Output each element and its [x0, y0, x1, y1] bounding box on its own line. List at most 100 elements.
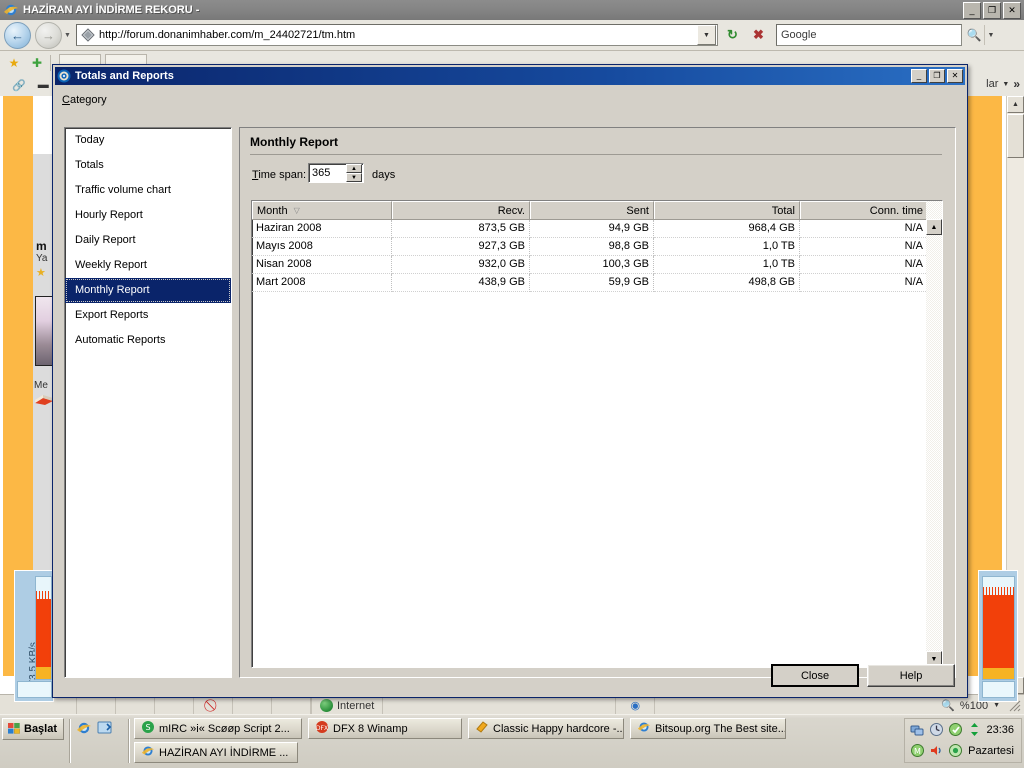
- column-header-conn-time[interactable]: Conn. time: [800, 201, 928, 219]
- dialog-titlebar[interactable]: Totals and Reports _ ❐ ✕: [55, 67, 965, 85]
- sidebar-item-hourly-report[interactable]: Hourly Report: [65, 203, 231, 228]
- bandwidth-graph-left: [35, 576, 52, 680]
- dialog-minimize-button[interactable]: _: [911, 69, 927, 83]
- task-button-winamp[interactable]: Classic Happy hardcore -...: [468, 718, 624, 739]
- sidebar-item-monthly-report[interactable]: Monthly Report: [65, 278, 231, 303]
- command-icon-a[interactable]: 🔗: [12, 79, 26, 92]
- search-input[interactable]: Google: [776, 24, 962, 46]
- command-icon-b[interactable]: ▬: [38, 79, 49, 91]
- sidebar-item-export-reports[interactable]: Export Reports: [65, 303, 231, 328]
- page-title: Monthly Report: [250, 135, 338, 149]
- scroll-up-icon[interactable]: ▲: [926, 219, 942, 235]
- task-button-dfx[interactable]: DFX DFX 8 Winamp: [308, 718, 462, 739]
- cell-recv: 927,3 GB: [392, 238, 530, 256]
- dfx-icon: DFX: [315, 720, 329, 737]
- dialog-window-buttons: _ ❐ ✕: [911, 69, 963, 83]
- cell-month: Nisan 2008: [252, 256, 392, 274]
- internet-explorer-icon: [141, 744, 155, 761]
- dialog-close-button[interactable]: ✕: [947, 69, 963, 83]
- star-icon: ★: [36, 267, 46, 279]
- cell-recv: 873,5 GB: [392, 220, 530, 238]
- category-listbox[interactable]: Today Totals Traffic volume chart Hourly…: [64, 127, 232, 678]
- monthly-report-table[interactable]: Month ▽ Recv. Sent Total Conn. time Hazi…: [251, 200, 943, 668]
- stop-icon[interactable]: ✖: [747, 24, 770, 47]
- dialog-body: Category Today Totals Traffic volume cha…: [53, 85, 967, 699]
- task-button-label: mIRC »i« Scøøp Script 2...: [159, 722, 290, 735]
- chevrons-right-icon[interactable]: »: [1013, 77, 1020, 91]
- chevron-up-icon[interactable]: ▲: [1007, 96, 1024, 113]
- chevron-down-icon[interactable]: ▼: [993, 702, 1000, 709]
- volume-icon[interactable]: [929, 743, 944, 758]
- star-icon[interactable]: ★: [5, 54, 23, 72]
- sidebar-item-automatic-reports[interactable]: Automatic Reports: [65, 328, 231, 353]
- time-span-spin-buttons: ▲ ▼: [346, 164, 362, 182]
- table-row[interactable]: Mart 2008 438,9 GB 59,9 GB 498,8 GB N/A: [252, 274, 942, 292]
- bandwidth-meter-right[interactable]: [978, 570, 1018, 702]
- msn-icon[interactable]: M: [910, 743, 925, 758]
- network-icon[interactable]: [910, 722, 925, 737]
- help-button[interactable]: Help: [867, 664, 955, 687]
- browser-close-button[interactable]: ✕: [1003, 2, 1021, 19]
- browser-minimize-button[interactable]: _: [963, 2, 981, 19]
- browser-titlebar: HAZİRAN AYI İNDİRME REKORU - _ ❐ ✕: [0, 0, 1024, 20]
- sidebar-item-totals[interactable]: Totals: [65, 153, 231, 178]
- address-dropdown-icon[interactable]: ▼: [697, 25, 716, 45]
- dialog-title: Totals and Reports: [75, 70, 174, 82]
- table-row[interactable]: Haziran 2008 873,5 GB 94,9 GB 968,4 GB N…: [252, 220, 942, 238]
- internet-explorer-icon[interactable]: [76, 720, 92, 736]
- close-button[interactable]: Close: [771, 664, 859, 687]
- netlimiter-icon: [57, 69, 71, 83]
- scrollbar-thumb[interactable]: [1007, 114, 1024, 158]
- cell-sent: 59,9 GB: [530, 274, 654, 292]
- time-span-stepper[interactable]: 365 ▲ ▼: [308, 163, 364, 183]
- add-star-icon[interactable]: ✚: [28, 54, 46, 72]
- taskbar-row-2: HAZİRAN AYI İNDİRME ...: [134, 742, 786, 763]
- sidebar-item-traffic-volume-chart[interactable]: Traffic volume chart: [65, 178, 231, 203]
- back-arrow-icon[interactable]: ←: [4, 21, 31, 49]
- refresh-icon[interactable]: ↻: [721, 24, 744, 47]
- cell-conn-time: N/A: [800, 274, 928, 292]
- address-bar[interactable]: http://forum.donanimhaber.com/m_24402721…: [76, 24, 718, 46]
- task-button-mirc[interactable]: S mIRC »i« Scøøp Script 2...: [134, 718, 302, 739]
- column-header-total[interactable]: Total: [654, 201, 800, 219]
- sidebar-item-daily-report[interactable]: Daily Report: [65, 228, 231, 253]
- page-icon: [80, 27, 96, 43]
- netlimiter-icon[interactable]: [967, 722, 982, 737]
- column-header-recv[interactable]: Recv.: [392, 201, 530, 219]
- time-span-value[interactable]: 365: [309, 167, 346, 179]
- forward-arrow-icon[interactable]: →: [35, 21, 62, 49]
- sidebar-item-today[interactable]: Today: [65, 128, 231, 153]
- history-dropdown-icon[interactable]: ▼: [62, 23, 73, 48]
- totals-and-reports-dialog: Totals and Reports _ ❐ ✕ Category Today …: [52, 64, 968, 698]
- chevron-down-icon[interactable]: ▼: [1002, 81, 1009, 88]
- cell-month: Mart 2008: [252, 274, 392, 292]
- search-dropdown-icon[interactable]: ▼: [984, 25, 997, 45]
- spinner-up-icon[interactable]: ▲: [346, 164, 362, 173]
- start-button[interactable]: Başlat: [2, 718, 64, 740]
- show-desktop-icon[interactable]: [97, 720, 113, 736]
- taskbar-row-1: S mIRC »i« Scøøp Script 2... DFX DFX 8 W…: [134, 718, 786, 739]
- taskbar-separator-2: [128, 719, 130, 763]
- task-button-haziran[interactable]: HAZİRAN AYI İNDİRME ...: [134, 742, 298, 763]
- report-panel: Monthly Report Time span: 365 ▲ ▼ days M…: [239, 127, 956, 678]
- table-row[interactable]: Nisan 2008 932,0 GB 100,3 GB 1,0 TB N/A: [252, 256, 942, 274]
- bandwidth-meter-left[interactable]: 473,5 KB/s: [14, 570, 54, 702]
- svg-text:DFX: DFX: [316, 725, 328, 732]
- title-divider: [250, 154, 942, 155]
- dialog-maximize-button[interactable]: ❐: [929, 69, 945, 83]
- shield-icon[interactable]: [948, 743, 963, 758]
- browser-restore-button[interactable]: ❐: [983, 2, 1001, 19]
- table-scrollbar[interactable]: ▲ ▼: [926, 201, 942, 667]
- command-overflow[interactable]: lar ▼ »: [986, 77, 1020, 91]
- column-header-sent[interactable]: Sent: [530, 201, 654, 219]
- clock-icon[interactable]: [929, 722, 944, 737]
- table-row[interactable]: Mayıs 2008 927,3 GB 98,8 GB 1,0 TB N/A: [252, 238, 942, 256]
- task-button-label: Bitsoup.org The Best site...: [655, 722, 786, 735]
- update-icon[interactable]: [948, 722, 963, 737]
- sidebar-item-weekly-report[interactable]: Weekly Report: [65, 253, 231, 278]
- column-header-month[interactable]: Month ▽: [252, 201, 392, 219]
- spinner-down-icon[interactable]: ▼: [346, 173, 362, 182]
- task-button-bitsoup[interactable]: Bitsoup.org The Best site...: [630, 718, 786, 739]
- tray-clock-time[interactable]: 23:36: [986, 724, 1014, 736]
- search-icon[interactable]: 🔍: [964, 25, 984, 45]
